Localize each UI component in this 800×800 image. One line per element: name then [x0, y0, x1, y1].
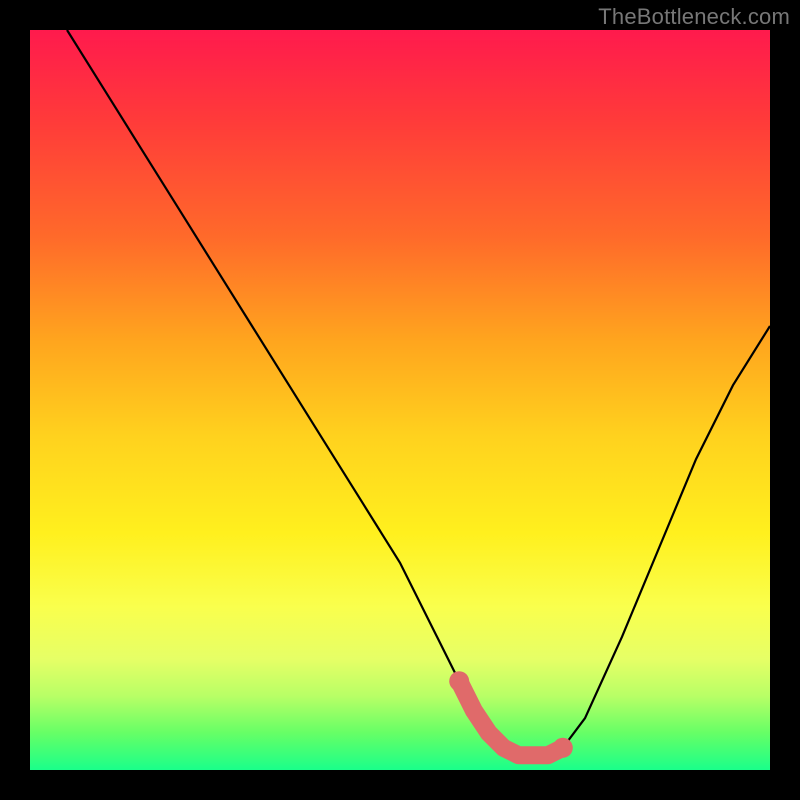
chart-frame: TheBottleneck.com: [0, 0, 800, 800]
watermark-text: TheBottleneck.com: [598, 4, 790, 30]
highlight-endpoint: [553, 738, 573, 758]
highlight-stroke: [459, 681, 563, 755]
plot-area: [30, 30, 770, 770]
curve-layer: [30, 30, 770, 770]
bottleneck-curve: [67, 30, 770, 755]
highlight-markers: [449, 671, 573, 758]
highlight-endpoint: [449, 671, 469, 691]
